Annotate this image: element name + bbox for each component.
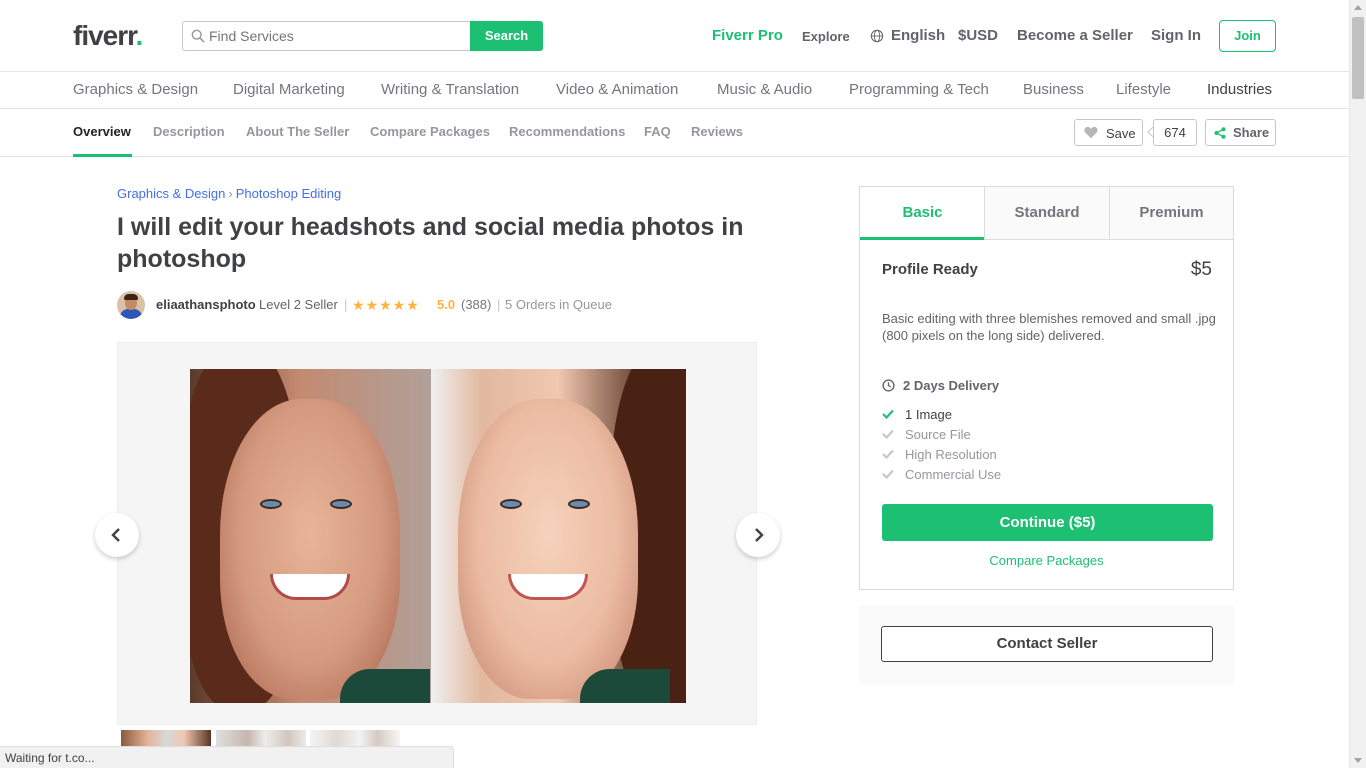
save-count: 674 — [1153, 119, 1197, 146]
category-video-animation[interactable]: Video & Animation — [556, 81, 678, 98]
compare-packages-link[interactable]: Compare Packages — [860, 553, 1233, 568]
tab-overview[interactable]: Overview — [73, 124, 131, 139]
check-icon — [882, 449, 894, 459]
review-count[interactable]: (388) — [461, 297, 491, 312]
search-input[interactable] — [209, 26, 464, 46]
feature-label: Commercial Use — [905, 467, 1002, 482]
active-tab-indicator — [73, 154, 132, 157]
save-label: Save — [1106, 126, 1136, 141]
continue-button[interactable]: Continue ($5) — [882, 504, 1213, 541]
star-rating-icon: ★★★★★ — [352, 297, 420, 313]
gallery-next-button[interactable] — [736, 513, 780, 557]
check-icon — [882, 409, 894, 419]
check-icon — [882, 429, 894, 439]
rating-score: 5.0 — [437, 297, 456, 312]
orders-in-queue: 5 Orders in Queue — [505, 297, 612, 312]
delivery-label: 2 Days Delivery — [903, 378, 1000, 393]
clock-icon — [882, 379, 895, 392]
breadcrumb-separator: › — [228, 186, 233, 201]
sign-in-link[interactable]: Sign In — [1151, 27, 1201, 44]
feature-label: High Resolution — [905, 447, 997, 462]
package-panel: Basic Standard Premium Profile Ready $5 … — [859, 186, 1234, 590]
tab-premium[interactable]: Premium — [1109, 187, 1233, 240]
tab-basic[interactable]: Basic — [860, 187, 985, 240]
tab-description[interactable]: Description — [153, 124, 225, 139]
category-writing-translation[interactable]: Writing & Translation — [381, 81, 519, 98]
gallery-prev-button[interactable] — [95, 513, 139, 557]
package-description: Basic editing with three blemishes remov… — [882, 311, 1216, 343]
breadcrumb-photoshop-editing[interactable]: Photoshop Editing — [236, 186, 342, 201]
gig-subnav: Overview Description About The Seller Co… — [0, 109, 1349, 157]
contact-seller-box: Contact Seller — [859, 605, 1234, 685]
breadcrumb: Graphics & Design › Photoshop Editing — [117, 186, 341, 201]
chevron-right-icon — [755, 528, 764, 542]
seller-level: Level 2 Seller — [259, 297, 338, 312]
gig-title: I will edit your headshots and social me… — [117, 213, 744, 273]
category-industries[interactable]: Industries — [1207, 81, 1272, 98]
page-scrollbar[interactable] — [1349, 0, 1366, 768]
scroll-up-icon[interactable] — [1354, 5, 1362, 10]
share-label: Share — [1233, 125, 1270, 140]
scrollbar-thumb[interactable] — [1352, 17, 1364, 99]
package-tabs: Basic Standard Premium — [860, 187, 1233, 240]
join-button[interactable]: Join — [1219, 20, 1276, 52]
share-icon — [1214, 127, 1226, 139]
chevron-left-icon — [111, 528, 120, 542]
package-price: $5 — [1190, 259, 1212, 280]
language-selector[interactable]: English — [891, 27, 945, 44]
tab-standard[interactable]: Standard — [984, 187, 1109, 240]
divider: | — [497, 297, 501, 312]
category-graphics-design[interactable]: Graphics & Design — [73, 81, 198, 98]
feature-label: Source File — [905, 427, 971, 442]
category-programming-tech[interactable]: Programming & Tech — [849, 81, 989, 98]
divider: | — [344, 297, 348, 312]
become-seller-link[interactable]: Become a Seller — [1017, 27, 1133, 44]
category-lifestyle[interactable]: Lifestyle — [1116, 81, 1171, 98]
tab-about-seller[interactable]: About The Seller — [246, 124, 349, 139]
heart-icon — [1084, 126, 1098, 139]
category-digital-marketing[interactable]: Digital Marketing — [233, 81, 345, 98]
gallery-main-image[interactable] — [190, 369, 686, 703]
tab-compare-packages[interactable]: Compare Packages — [370, 124, 490, 139]
avatar[interactable] — [117, 291, 145, 319]
save-button[interactable]: Save — [1074, 119, 1143, 146]
share-button[interactable]: Share — [1205, 119, 1276, 146]
search-field[interactable] — [182, 21, 471, 51]
search-bar: Search — [182, 21, 543, 51]
tab-recommendations[interactable]: Recommendations — [509, 124, 625, 139]
site-header: fiverr. Search Fiverr Pro Explore Englis… — [0, 0, 1349, 72]
explore-link[interactable]: Explore — [802, 29, 850, 44]
feature-label: 1 Image — [905, 407, 952, 422]
gig-gallery — [117, 342, 757, 725]
tab-faq[interactable]: FAQ — [644, 124, 671, 139]
tab-reviews[interactable]: Reviews — [691, 124, 743, 139]
search-button[interactable]: Search — [470, 21, 543, 51]
browser-status-bar: Waiting for t.co... — [0, 746, 454, 768]
category-music-audio[interactable]: Music & Audio — [717, 81, 812, 98]
breadcrumb-graphics-design[interactable]: Graphics & Design — [117, 186, 225, 201]
seller-name[interactable]: eliaathansphoto — [156, 297, 256, 312]
category-business[interactable]: Business — [1023, 81, 1084, 98]
currency-selector[interactable]: $USD — [958, 27, 998, 44]
check-icon — [882, 469, 894, 479]
contact-seller-button[interactable]: Contact Seller — [881, 626, 1213, 662]
globe-icon — [870, 29, 884, 43]
category-bar: Graphics & Design Digital Marketing Writ… — [0, 72, 1349, 109]
search-icon — [191, 29, 205, 43]
fiverr-pro-link[interactable]: Fiverr Pro — [712, 27, 783, 44]
fiverr-logo[interactable]: fiverr. — [73, 20, 143, 52]
package-name: Profile Ready — [882, 261, 978, 278]
seller-overview: eliaathansphoto Level 2 Seller | ★★★★★ 5… — [117, 291, 757, 321]
scroll-down-icon[interactable] — [1354, 758, 1362, 763]
